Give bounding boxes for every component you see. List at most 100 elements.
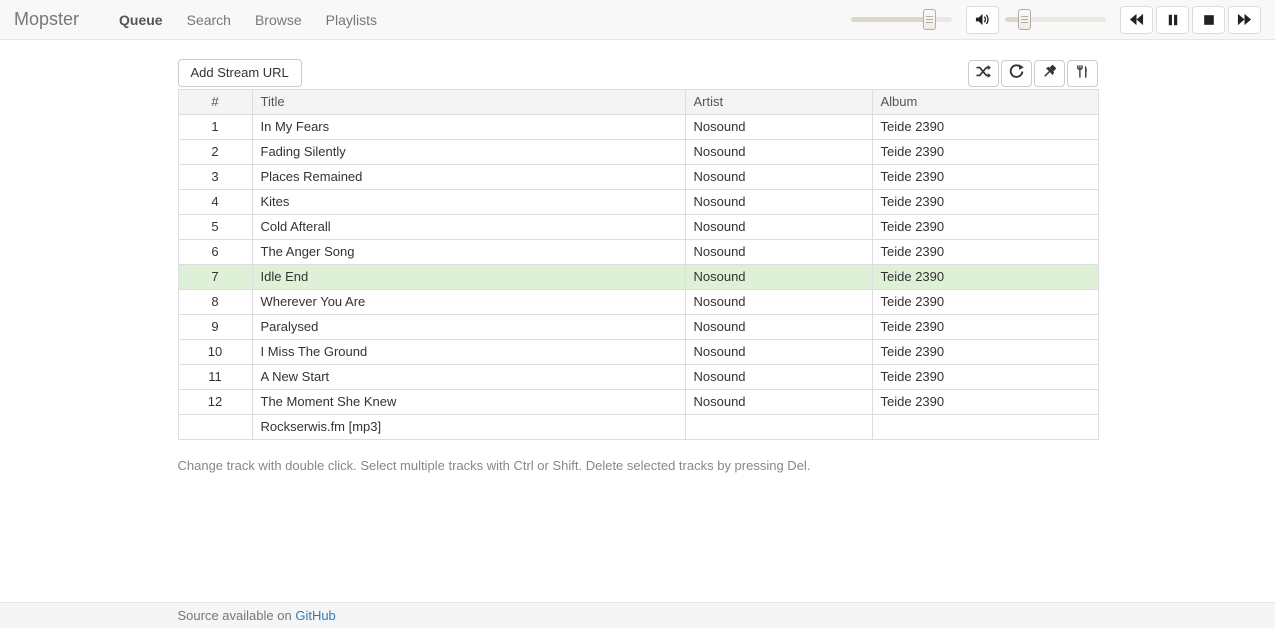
cell-artist: Nosound (685, 215, 872, 240)
cell-artist: Nosound (685, 390, 872, 415)
pause-button[interactable] (1156, 6, 1189, 34)
stop-icon (1202, 13, 1216, 27)
shuffle-button[interactable] (968, 60, 999, 87)
position-slider-handle[interactable] (923, 9, 936, 30)
cell-album: Teide 2390 (872, 140, 1098, 165)
cell-artist: Nosound (685, 290, 872, 315)
queue-help-text: Change track with double click. Select m… (178, 458, 1098, 473)
consume-button[interactable] (1067, 60, 1098, 87)
brand-mopster[interactable]: Mopster (14, 9, 79, 30)
cell-number: 1 (178, 115, 252, 140)
next-icon (1237, 12, 1252, 27)
navbar-menu: QueueSearchBrowsePlaylists (107, 0, 389, 39)
cell-title: A New Start (252, 365, 685, 390)
cell-number: 10 (178, 340, 252, 365)
column-header-number: # (178, 90, 252, 115)
cell-artist: Nosound (685, 265, 872, 290)
table-row[interactable]: 7Idle EndNosoundTeide 2390 (178, 265, 1098, 290)
queue-table: # Title Artist Album 1In My FearsNosound… (178, 89, 1099, 440)
cell-title: Kites (252, 190, 685, 215)
stop-button[interactable] (1192, 6, 1225, 34)
repeat-button[interactable] (1001, 60, 1032, 87)
pause-icon (1166, 13, 1180, 27)
cell-title: The Anger Song (252, 240, 685, 265)
cell-title: Idle End (252, 265, 685, 290)
cell-artist: Nosound (685, 365, 872, 390)
cell-artist: Nosound (685, 190, 872, 215)
playback-option-buttons (968, 60, 1098, 87)
cutlery-icon (1075, 64, 1089, 82)
volume-slider[interactable] (1005, 9, 1106, 30)
footer-text: Source available on (178, 608, 292, 623)
cell-number: 6 (178, 240, 252, 265)
table-row[interactable]: 4KitesNosoundTeide 2390 (178, 190, 1098, 215)
cell-artist: Nosound (685, 140, 872, 165)
cell-title: Paralysed (252, 315, 685, 340)
volume-up-icon (975, 12, 990, 27)
position-slider[interactable] (851, 9, 952, 30)
cell-album: Teide 2390 (872, 390, 1098, 415)
cell-title: Rockserwis.fm [mp3] (252, 415, 685, 440)
column-header-artist: Artist (685, 90, 872, 115)
cell-title: In My Fears (252, 115, 685, 140)
cell-number: 11 (178, 365, 252, 390)
table-row[interactable]: 3Places RemainedNosoundTeide 2390 (178, 165, 1098, 190)
repeat-icon (1009, 64, 1024, 82)
table-row[interactable]: Rockserwis.fm [mp3] (178, 415, 1098, 440)
shuffle-icon (976, 64, 991, 82)
table-row[interactable]: 10I Miss The GroundNosoundTeide 2390 (178, 340, 1098, 365)
cell-album: Teide 2390 (872, 215, 1098, 240)
cell-title: I Miss The Ground (252, 340, 685, 365)
previous-button[interactable] (1120, 6, 1153, 34)
nav-item-queue[interactable]: Queue (107, 12, 175, 28)
cell-number: 12 (178, 390, 252, 415)
mute-button[interactable] (966, 6, 999, 34)
table-row[interactable]: 8Wherever You AreNosoundTeide 2390 (178, 290, 1098, 315)
table-row[interactable]: 2Fading SilentlyNosoundTeide 2390 (178, 140, 1098, 165)
cell-number: 4 (178, 190, 252, 215)
cell-number: 8 (178, 290, 252, 315)
queue-toolbar: Add Stream URL (178, 59, 1098, 87)
cell-album: Teide 2390 (872, 240, 1098, 265)
table-row[interactable]: 5Cold AfterallNosoundTeide 2390 (178, 215, 1098, 240)
cell-number: 2 (178, 140, 252, 165)
cell-album: Teide 2390 (872, 190, 1098, 215)
queue-page: Add Stream URL (178, 40, 1098, 473)
cell-number: 7 (178, 265, 252, 290)
pin-button[interactable] (1034, 60, 1065, 87)
cell-artist (685, 415, 872, 440)
table-row[interactable]: 12The Moment She KnewNosoundTeide 2390 (178, 390, 1098, 415)
transport-buttons (1120, 6, 1261, 34)
table-header-row: # Title Artist Album (178, 90, 1098, 115)
nav-item-browse[interactable]: Browse (243, 12, 314, 28)
column-header-album: Album (872, 90, 1098, 115)
footer: Source available on GitHub (0, 602, 1275, 628)
navbar: Mopster QueueSearchBrowsePlaylists (0, 0, 1275, 40)
cell-title: The Moment She Knew (252, 390, 685, 415)
nav-item-search[interactable]: Search (175, 12, 243, 28)
cell-title: Wherever You Are (252, 290, 685, 315)
volume-slider-handle[interactable] (1018, 9, 1031, 30)
cell-number: 9 (178, 315, 252, 340)
cell-title: Cold Afterall (252, 215, 685, 240)
cell-number (178, 415, 252, 440)
table-row[interactable]: 6The Anger SongNosoundTeide 2390 (178, 240, 1098, 265)
add-stream-url-button[interactable]: Add Stream URL (178, 59, 302, 87)
cell-album: Teide 2390 (872, 365, 1098, 390)
cell-artist: Nosound (685, 115, 872, 140)
table-row[interactable]: 9ParalysedNosoundTeide 2390 (178, 315, 1098, 340)
table-row[interactable]: 1In My FearsNosoundTeide 2390 (178, 115, 1098, 140)
nav-item-playlists[interactable]: Playlists (314, 12, 389, 28)
pin-icon (1042, 64, 1057, 82)
github-link[interactable]: GitHub (295, 608, 335, 623)
cell-album: Teide 2390 (872, 115, 1098, 140)
cell-title: Places Remained (252, 165, 685, 190)
queue-table-body: 1In My FearsNosoundTeide 23902Fading Sil… (178, 115, 1098, 440)
cell-album: Teide 2390 (872, 340, 1098, 365)
cell-number: 3 (178, 165, 252, 190)
cell-artist: Nosound (685, 340, 872, 365)
table-row[interactable]: 11A New StartNosoundTeide 2390 (178, 365, 1098, 390)
cell-artist: Nosound (685, 165, 872, 190)
next-button[interactable] (1228, 6, 1261, 34)
cell-album: Teide 2390 (872, 265, 1098, 290)
